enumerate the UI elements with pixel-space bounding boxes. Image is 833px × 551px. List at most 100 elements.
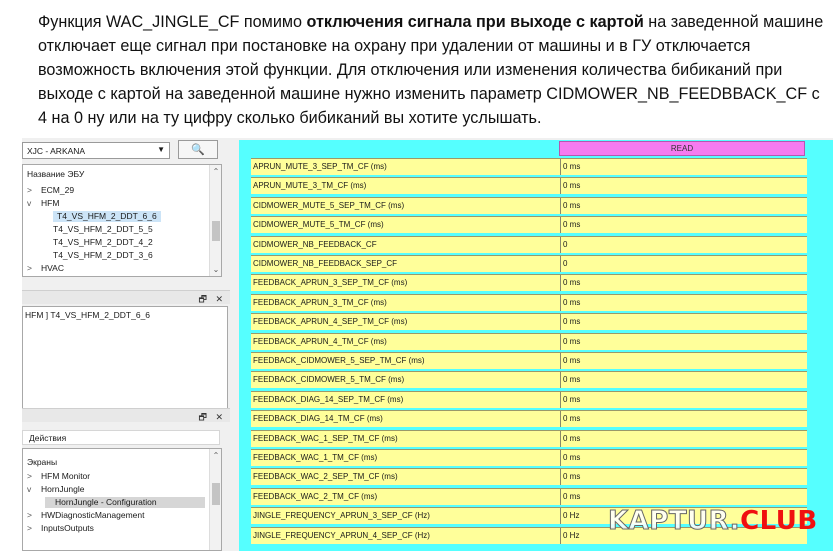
parameter-row[interactable]: FEEDBACK_WAC_1_TM_CF (ms) 0 ms <box>251 449 807 466</box>
parameter-value[interactable]: 0 <box>561 256 807 272</box>
parameter-value[interactable]: 0 ms <box>561 294 807 311</box>
scroll-down-icon[interactable]: ⌄ <box>210 265 221 274</box>
parameter-value[interactable]: 0 <box>561 236 807 253</box>
parameter-name: FEEDBACK_WAC_1_SEP_TM_CF (ms) <box>251 430 561 447</box>
parameter-name: CIDMOWER_NB_FEEDBACK_CF <box>251 236 561 253</box>
parameter-value[interactable]: 0 ms <box>561 178 807 195</box>
tree-item-label: ECM_29 <box>41 185 75 195</box>
tree-item[interactable]: v HFM <box>27 198 59 209</box>
actions-tab[interactable]: Действия <box>22 430 220 445</box>
app-screenshot: XJC - ARKANA ▼ 🔍 Название ЭБУ > ECM_29 v HF… <box>22 138 833 551</box>
parameter-value[interactable]: 0 ms <box>561 450 807 466</box>
path-text: HFM ] T4_VS_HFM_2_DDT_6_6 <box>25 310 151 320</box>
parameter-row[interactable]: CIDMOWER_MUTE_5_TM_CF (ms) 0 ms <box>251 216 807 234</box>
watermark-logo: KAPTUR.CLUB <box>607 506 818 537</box>
tree-item[interactable]: T4_VS_HFM_2_DDT_4_2 <box>53 237 153 248</box>
parameter-name: CIDMOWER_MUTE_5_SEP_TM_CF (ms) <box>251 197 561 214</box>
article-text: Функция WAC_JINGLE_CF помимо отключения … <box>38 10 828 130</box>
parameter-name: APRUN_MUTE_3_SEP_TM_CF (ms) <box>251 159 561 175</box>
parameter-name: APRUN_MUTE_3_TM_CF (ms) <box>251 178 561 195</box>
article-bold: отключения сигнала при выходе с картой <box>306 13 644 31</box>
parameter-value[interactable]: 0 ms <box>561 159 807 175</box>
parameter-value[interactable]: 0 ms <box>561 488 807 505</box>
read-column-header[interactable]: READ <box>559 141 805 156</box>
ecu-select[interactable]: XJC - ARKANA ▼ <box>22 142 170 159</box>
parameter-value[interactable]: 0 ms <box>561 430 807 447</box>
parameter-row[interactable]: FEEDBACK_CIDMOWER_5_TM_CF (ms) 0 ms <box>251 371 807 389</box>
chevron-right-icon: > <box>27 510 32 520</box>
scroll-thumb[interactable] <box>212 221 220 241</box>
screen-item[interactable]: HornJungle - Configuration <box>45 497 205 508</box>
tree-scrollbar[interactable]: ⌃ ⌄ <box>209 165 221 276</box>
parameter-name: FEEDBACK_DIAG_14_SEP_TM_CF (ms) <box>251 391 561 408</box>
parameter-value[interactable]: 0 ms <box>561 217 807 234</box>
parameter-name: FEEDBACK_WAC_2_TM_CF (ms) <box>251 488 561 505</box>
parameter-row[interactable]: FEEDBACK_APRUN_4_SEP_TM_CF (ms) 0 ms <box>251 313 807 331</box>
tree-item[interactable]: > ECM_29 <box>27 185 74 196</box>
chevron-right-icon: > <box>27 471 32 481</box>
tree-item[interactable]: T4_VS_HFM_2_DDT_5_5 <box>53 224 153 235</box>
chevron-right-icon: > <box>27 523 32 533</box>
parameter-name: FEEDBACK_CIDMOWER_5_SEP_TM_CF (ms) <box>251 353 561 369</box>
screen-item-label: HornJungle - Configuration <box>55 497 157 507</box>
tree-item[interactable]: > HVAC <box>27 263 64 274</box>
parameter-row[interactable]: APRUN_MUTE_3_TM_CF (ms) 0 ms <box>251 177 807 195</box>
parameter-value[interactable]: 0 ms <box>561 275 807 292</box>
watermark-part-2: CLUB <box>740 506 818 536</box>
selected-ecu-path: HFM ] T4_VS_HFM_2_DDT_6_6 <box>22 306 228 410</box>
parameter-name: FEEDBACK_APRUN_3_SEP_TM_CF (ms) <box>251 275 561 292</box>
search-icon: 🔍 <box>191 144 205 156</box>
panel-window-buttons-2[interactable]: 🗗 ✕ <box>199 410 227 426</box>
parameter-value[interactable]: 0 ms <box>561 372 807 389</box>
screen-item-label: HWDiagnosticManagement <box>41 510 145 520</box>
parameter-row[interactable]: FEEDBACK_CIDMOWER_5_SEP_TM_CF (ms) 0 ms <box>251 352 807 369</box>
chevron-down-icon: v <box>27 198 32 208</box>
parameter-name: FEEDBACK_APRUN_3_TM_CF (ms) <box>251 294 561 311</box>
ecu-tree: Название ЭБУ > ECM_29 v HFM T4_VS_HFM_2_DDT_… <box>22 164 222 277</box>
parameter-name: FEEDBACK_DIAG_14_TM_CF (ms) <box>251 411 561 428</box>
parameter-value[interactable]: 0 ms <box>561 197 807 214</box>
screen-item[interactable]: > InputsOutputs <box>27 523 94 534</box>
scroll-thumb[interactable] <box>212 483 220 505</box>
parameter-name: CIDMOWER_NB_FEEDBACK_SEP_CF <box>251 256 561 272</box>
tree-item-label: T4_VS_HFM_2_DDT_4_2 <box>53 237 153 247</box>
chevron-down-icon: ▼ <box>157 145 165 154</box>
parameter-row[interactable]: FEEDBACK_WAC_2_SEP_TM_CF (ms) 0 ms <box>251 468 807 486</box>
parameter-row[interactable]: FEEDBACK_WAC_1_SEP_TM_CF (ms) 0 ms <box>251 429 807 447</box>
tree-item-label: T4_VS_HFM_2_DDT_6_6 <box>57 211 157 221</box>
parameter-row[interactable]: FEEDBACK_APRUN_3_TM_CF (ms) 0 ms <box>251 293 807 311</box>
tree-item[interactable]: T4_VS_HFM_2_DDT_3_6 <box>53 250 153 261</box>
parameter-value[interactable]: 0 ms <box>561 469 807 486</box>
parameter-row[interactable]: FEEDBACK_APRUN_3_SEP_TM_CF (ms) 0 ms <box>251 274 807 292</box>
parameter-value[interactable]: 0 ms <box>561 314 807 331</box>
parameter-row[interactable]: FEEDBACK_DIAG_14_SEP_TM_CF (ms) 0 ms <box>251 390 807 408</box>
parameter-value[interactable]: 0 ms <box>561 411 807 428</box>
parameter-value[interactable]: 0 ms <box>561 333 807 350</box>
scroll-up-icon[interactable]: ⌃ <box>210 167 221 176</box>
screen-item[interactable]: > HFM Monitor <box>27 471 90 482</box>
screen-item[interactable]: > HWDiagnosticManagement <box>27 510 144 521</box>
parameter-value[interactable]: 0 ms <box>561 391 807 408</box>
chevron-down-icon: v <box>27 484 32 494</box>
screen-item[interactable]: v HornJungle <box>27 484 84 495</box>
parameter-row[interactable]: CIDMOWER_MUTE_5_SEP_TM_CF (ms) 0 ms <box>251 196 807 214</box>
ecu-search-button[interactable]: 🔍 <box>178 140 218 159</box>
parameter-row[interactable]: CIDMOWER_NB_FEEDBACK_SEP_CF 0 <box>251 255 807 272</box>
parameter-row[interactable]: FEEDBACK_APRUN_4_TM_CF (ms) 0 ms <box>251 332 807 350</box>
screens-scrollbar[interactable]: ⌃ <box>209 449 221 550</box>
parameter-row[interactable]: FEEDBACK_DIAG_14_TM_CF (ms) 0 ms <box>251 410 807 428</box>
parameter-row[interactable]: FEEDBACK_WAC_2_TM_CF (ms) 0 ms <box>251 487 807 505</box>
panel-titlebar-1: 🗗 ✕ <box>22 290 230 304</box>
tree-item-label: T4_VS_HFM_2_DDT_3_6 <box>53 250 153 260</box>
parameter-row[interactable]: APRUN_MUTE_3_SEP_TM_CF (ms) 0 ms <box>251 158 807 175</box>
parameter-name: FEEDBACK_WAC_1_TM_CF (ms) <box>251 450 561 466</box>
parameter-value[interactable]: 0 ms <box>561 353 807 369</box>
screen-item-label: HFM Monitor <box>41 471 91 481</box>
scroll-up-icon[interactable]: ⌃ <box>210 451 221 460</box>
tree-item[interactable]: T4_VS_HFM_2_DDT_6_6 <box>53 211 161 222</box>
screens-header: Экраны <box>27 457 58 467</box>
tree-item-label: T4_VS_HFM_2_DDT_5_5 <box>53 224 153 234</box>
parameter-row[interactable]: CIDMOWER_NB_FEEDBACK_CF 0 <box>251 235 807 253</box>
ecu-select-value: XJC - ARKANA <box>27 146 86 156</box>
parameter-name: JINGLE_FREQUENCY_APRUN_4_SEP_CF (Hz) <box>251 527 561 544</box>
